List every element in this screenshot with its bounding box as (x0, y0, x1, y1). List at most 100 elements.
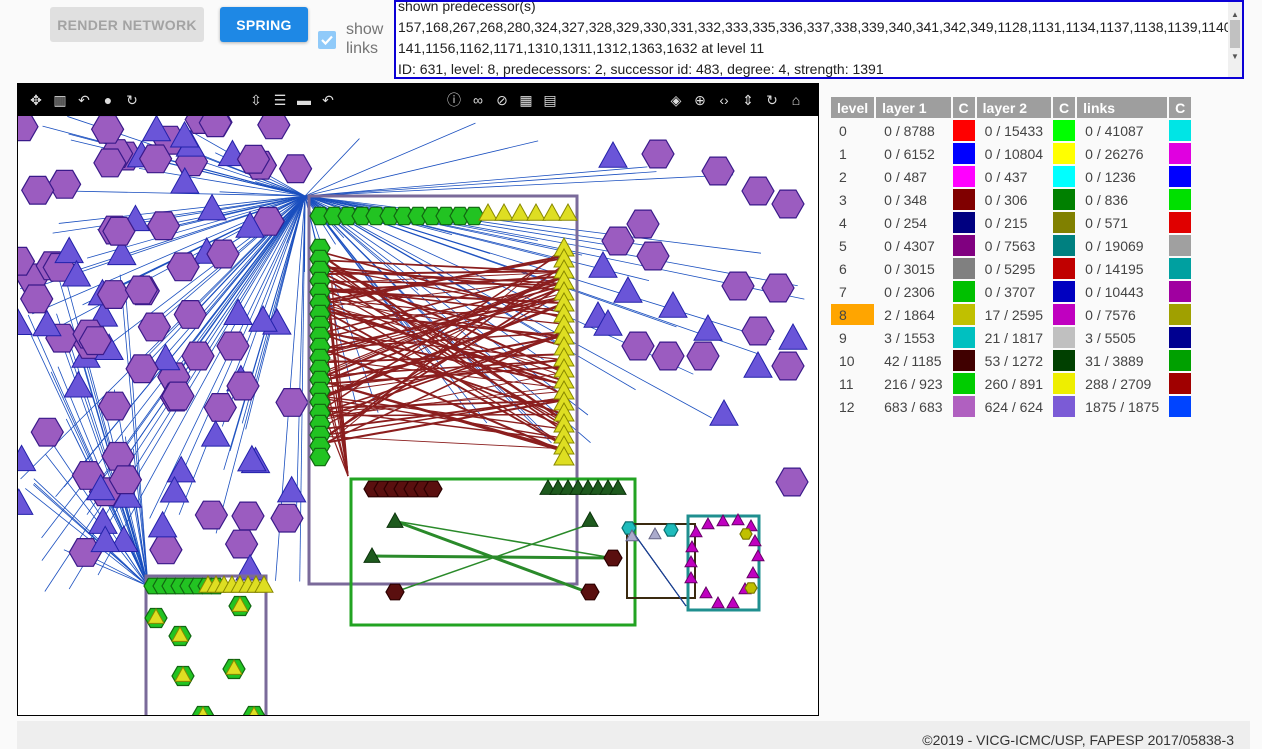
lines-icon[interactable]: ☰ (271, 91, 289, 109)
legend-row[interactable]: 8 2 / 1864 17 / 2595 0 / 7576 (831, 304, 1192, 325)
legend-header-5[interactable]: links (1077, 97, 1168, 118)
spring-button[interactable]: SPRING (220, 7, 308, 42)
home-icon[interactable]: ⌂ (787, 91, 805, 109)
legend-count: 0 / 26276 (1085, 145, 1144, 162)
legend-row[interactable]: 1 0 / 6152 0 / 10804 0 / 26276 (831, 143, 1192, 164)
undo-icon[interactable]: ↶ (75, 91, 93, 109)
show-links-toggle[interactable]: show links (318, 20, 386, 58)
color-swatch[interactable] (1053, 350, 1076, 371)
legend-row[interactable]: 3 0 / 348 0 / 306 0 / 836 (831, 189, 1192, 210)
legend-row[interactable]: 4 0 / 254 0 / 215 0 / 571 (831, 212, 1192, 233)
scroll-down-icon[interactable]: ▼ (1231, 46, 1239, 67)
color-swatch[interactable] (952, 189, 975, 210)
color-swatch[interactable] (1169, 281, 1192, 302)
rotate-icon[interactable]: ↻ (123, 91, 141, 109)
color-swatch[interactable] (1053, 373, 1076, 394)
color-swatch[interactable] (1053, 396, 1076, 417)
legend-count: 0 / 437 (984, 168, 1028, 185)
color-swatch[interactable] (1053, 120, 1076, 141)
legend-row[interactable]: 2 0 / 487 0 / 437 0 / 1236 (831, 166, 1192, 187)
color-swatch[interactable] (952, 373, 975, 394)
color-swatch[interactable] (1053, 327, 1076, 348)
legend-header-3[interactable]: layer 2 (976, 97, 1052, 118)
color-swatch[interactable] (952, 304, 975, 325)
triangle-node (778, 322, 808, 350)
color-swatch[interactable] (1169, 120, 1192, 141)
legend-level: 6 (839, 260, 847, 277)
compass-icon[interactable]: ⊘ (493, 91, 511, 109)
code-icon[interactable]: ‹› (715, 91, 733, 109)
color-swatch[interactable] (952, 143, 975, 164)
color-swatch[interactable] (952, 166, 975, 187)
color-swatch[interactable] (952, 281, 975, 302)
color-swatch[interactable] (1169, 189, 1192, 210)
bar-chart-icon[interactable]: ▥ (51, 91, 69, 109)
zoom-icon[interactable]: ⊕ (691, 91, 709, 109)
expand-vertical-icon[interactable]: ⇕ (739, 91, 757, 109)
refresh-icon[interactable]: ↻ (763, 91, 781, 109)
show-links-checkbox[interactable] (318, 31, 336, 49)
toggle-icon[interactable]: ● (99, 91, 117, 109)
legend-header-6[interactable]: C (1169, 97, 1192, 118)
blue-link (304, 122, 476, 197)
grid-icon[interactable]: ▦ (517, 91, 535, 109)
legend-row[interactable]: 6 0 / 3015 0 / 5295 0 / 14195 (831, 258, 1192, 279)
legend-row[interactable]: 7 0 / 2306 0 / 3707 0 / 10443 (831, 281, 1192, 302)
color-swatch[interactable] (1169, 327, 1192, 348)
legend-row[interactable]: 0 0 / 8788 0 / 15433 0 / 41087 (831, 120, 1192, 141)
info-scrollbar[interactable]: ▲ ▼ (1228, 2, 1242, 77)
color-swatch[interactable] (1169, 166, 1192, 187)
hexagon-node (146, 211, 181, 241)
panel-icon[interactable]: ▬ (295, 91, 313, 109)
info-icon[interactable]: ⓘ (445, 91, 463, 109)
render-network-button[interactable]: RENDER NETWORK (50, 7, 204, 42)
color-swatch[interactable] (1053, 281, 1076, 302)
legend-header-2[interactable]: C (952, 97, 975, 118)
hexagon-node (651, 341, 685, 371)
color-swatch[interactable] (952, 235, 975, 256)
color-swatch[interactable] (952, 327, 975, 348)
legend-row[interactable]: 5 0 / 4307 0 / 7563 0 / 19069 (831, 235, 1192, 256)
color-swatch[interactable] (1053, 143, 1076, 164)
film-icon[interactable]: ▤ (541, 91, 559, 109)
info-textarea[interactable]: shown predecessor(s) 157,168,267,268,280… (394, 0, 1244, 79)
color-swatch[interactable] (1169, 396, 1192, 417)
color-swatch[interactable] (1053, 189, 1076, 210)
color-swatch[interactable] (1053, 166, 1076, 187)
legend-header-4[interactable]: C (1053, 97, 1076, 118)
legend-row[interactable]: 12 683 / 683 624 / 624 1875 / 1875 (831, 396, 1192, 417)
link-icon[interactable]: ∞ (469, 91, 487, 109)
legend-row[interactable]: 11 216 / 923 260 / 891 288 / 2709 (831, 373, 1192, 394)
move-icon[interactable]: ✥ (27, 91, 45, 109)
undo-icon-2[interactable]: ↶ (319, 91, 337, 109)
network-graph[interactable] (18, 116, 819, 716)
legend-count: 0 / 215 (984, 214, 1028, 231)
paint-bucket-icon[interactable]: ◈ (667, 91, 685, 109)
magenta-triangle-node (746, 565, 760, 579)
color-swatch[interactable] (1053, 212, 1076, 233)
compress-vertical-icon[interactable]: ⇳ (247, 91, 265, 109)
legend-header-1[interactable]: layer 1 (876, 97, 951, 118)
color-swatch[interactable] (1053, 258, 1076, 279)
color-swatch[interactable] (1169, 304, 1192, 325)
color-swatch[interactable] (1169, 258, 1192, 279)
color-swatch[interactable] (1169, 143, 1192, 164)
color-swatch[interactable] (1169, 373, 1192, 394)
scroll-thumb[interactable] (1230, 20, 1240, 48)
color-swatch[interactable] (1053, 235, 1076, 256)
legend-level: 3 (839, 191, 847, 208)
color-swatch[interactable] (952, 120, 975, 141)
color-swatch[interactable] (952, 212, 975, 233)
cluster-box (626, 523, 696, 599)
legend-row[interactable]: 9 3 / 1553 21 / 1817 3 / 5505 (831, 327, 1192, 348)
color-swatch[interactable] (952, 396, 975, 417)
color-swatch[interactable] (1169, 350, 1192, 371)
color-swatch[interactable] (952, 350, 975, 371)
network-canvas[interactable]: ✥ ▥ ↶ ● ↻ ⇳ ☰ ▬ ↶ ⓘ ∞ ⊘ ▦ ▤ ◈ ⊕ ‹› ⇕ ↻ ⌂ (17, 83, 819, 716)
color-swatch[interactable] (1169, 212, 1192, 233)
legend-row[interactable]: 10 42 / 1185 53 / 1272 31 / 3889 (831, 350, 1192, 371)
color-swatch[interactable] (1053, 304, 1076, 325)
color-swatch[interactable] (952, 258, 975, 279)
legend-header-0[interactable]: level (831, 97, 875, 118)
color-swatch[interactable] (1169, 235, 1192, 256)
